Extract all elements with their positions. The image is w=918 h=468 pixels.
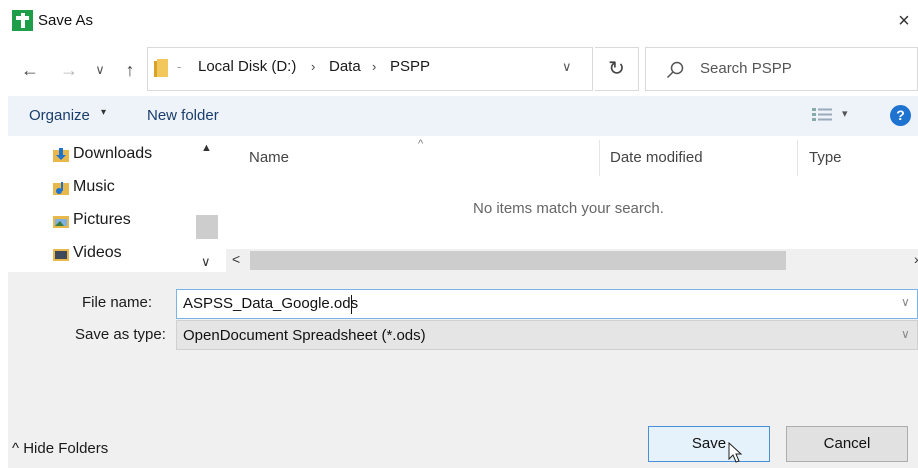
breadcrumb-separator[interactable]: › bbox=[372, 59, 376, 74]
organize-caret-icon[interactable]: ▾ bbox=[101, 107, 106, 118]
pictures-folder-icon bbox=[53, 216, 69, 228]
save-button[interactable]: Save bbox=[648, 426, 770, 462]
sidebar-item-label: Downloads bbox=[73, 145, 153, 162]
scroll-up-arrow-icon[interactable]: ▲ bbox=[201, 142, 212, 154]
forward-button[interactable]: → bbox=[58, 55, 80, 85]
scroll-left-arrow-icon[interactable]: < bbox=[232, 251, 240, 267]
empty-results-message: No items match your search. bbox=[473, 200, 664, 217]
sort-ascending-icon: ^ bbox=[418, 138, 424, 150]
breadcrumb-separator[interactable]: › bbox=[311, 59, 315, 74]
column-divider[interactable] bbox=[599, 140, 600, 176]
sidebar-item-label: Pictures bbox=[73, 211, 131, 228]
help-icon[interactable]: ? bbox=[890, 105, 911, 126]
column-header-date-modified[interactable]: Date modified bbox=[610, 149, 703, 166]
save-as-type-select[interactable]: OpenDocument Spreadsheet (*.ods) ∨ bbox=[176, 320, 918, 350]
horizontal-scrollbar[interactable]: < › bbox=[226, 249, 918, 272]
column-divider[interactable] bbox=[797, 140, 798, 176]
folder-icon bbox=[154, 59, 168, 77]
chevron-down-icon[interactable]: ∨ bbox=[901, 327, 910, 341]
file-list: ^ Name Date modified Type No items match… bbox=[220, 136, 918, 272]
column-header-type[interactable]: Type bbox=[809, 149, 842, 166]
new-folder-button[interactable]: New folder bbox=[147, 107, 219, 124]
sidebar-item-music[interactable]: Music bbox=[8, 174, 193, 202]
sidebar-item-label: Videos bbox=[73, 244, 122, 261]
close-button[interactable]: × bbox=[892, 8, 916, 34]
chevron-up-icon: ^ bbox=[12, 440, 24, 457]
cancel-button[interactable]: Cancel bbox=[786, 426, 908, 462]
save-options-panel: File name: ASPSS_Data_Google.ods ∨ Save … bbox=[8, 272, 918, 468]
downloads-folder-icon bbox=[53, 148, 69, 162]
sidebar-item-label: Music bbox=[73, 178, 115, 195]
chevron-down-icon[interactable]: ∨ bbox=[562, 59, 572, 75]
file-name-value: ASPSS_Data_Google.ods bbox=[183, 295, 359, 312]
hide-folders-button[interactable]: ^ Hide Folders bbox=[12, 440, 108, 457]
breadcrumb-root-separator: - bbox=[177, 59, 182, 74]
scroll-right-arrow-icon[interactable]: › bbox=[914, 251, 918, 267]
scroll-down-arrow-icon[interactable]: ∨ bbox=[201, 254, 211, 270]
file-name-label: File name: bbox=[82, 294, 153, 311]
app-plus-icon bbox=[12, 10, 33, 31]
breadcrumb-local-disk[interactable]: Local Disk (D:) bbox=[198, 58, 296, 75]
title-bar: Save As × bbox=[0, 0, 918, 44]
view-details-icon[interactable] bbox=[812, 107, 832, 125]
sidebar-item-downloads[interactable]: Downloads bbox=[8, 141, 193, 169]
breadcrumb-data[interactable]: Data bbox=[329, 58, 361, 75]
window-title: Save As bbox=[38, 12, 94, 29]
up-button[interactable]: ↑ bbox=[118, 55, 142, 85]
search-input[interactable]: Search PSPP bbox=[645, 47, 918, 91]
address-bar[interactable]: - Local Disk (D:) › Data › PSPP ∨ bbox=[147, 47, 593, 91]
organize-button[interactable]: Organize bbox=[29, 107, 90, 124]
back-button[interactable]: ← bbox=[16, 55, 44, 85]
save-as-type-label: Save as type: bbox=[75, 326, 166, 343]
search-icon bbox=[666, 61, 684, 79]
column-header-name[interactable]: Name bbox=[249, 149, 289, 166]
horizontal-scrollbar-thumb[interactable] bbox=[250, 251, 786, 270]
save-as-type-value: OpenDocument Spreadsheet (*.ods) bbox=[183, 327, 426, 344]
sidebar-item-pictures[interactable]: Pictures bbox=[8, 207, 193, 235]
hide-folders-label: Hide Folders bbox=[23, 440, 109, 457]
navigation-pane: Downloads Music Pictures Videos ▲ ∨ bbox=[8, 136, 220, 272]
view-options-caret-icon[interactable]: ▾ bbox=[842, 107, 848, 120]
file-name-field[interactable]: ASPSS_Data_Google.ods ∨ bbox=[176, 289, 918, 319]
music-folder-icon bbox=[53, 182, 69, 195]
text-cursor bbox=[351, 295, 352, 314]
vertical-scrollbar-thumb[interactable] bbox=[196, 215, 218, 239]
mouse-pointer-icon bbox=[728, 442, 743, 463]
videos-folder-icon bbox=[53, 249, 69, 261]
sidebar-item-videos[interactable]: Videos bbox=[8, 240, 193, 268]
search-placeholder: Search PSPP bbox=[700, 60, 792, 77]
chevron-down-icon[interactable]: ∨ bbox=[901, 295, 910, 309]
command-toolbar: Organize ▾ New folder ▾ ? bbox=[8, 96, 918, 136]
breadcrumb-pspp[interactable]: PSPP bbox=[390, 58, 430, 75]
refresh-button[interactable]: ↻ bbox=[595, 47, 639, 91]
recent-locations-button[interactable]: ∨ bbox=[91, 55, 109, 85]
